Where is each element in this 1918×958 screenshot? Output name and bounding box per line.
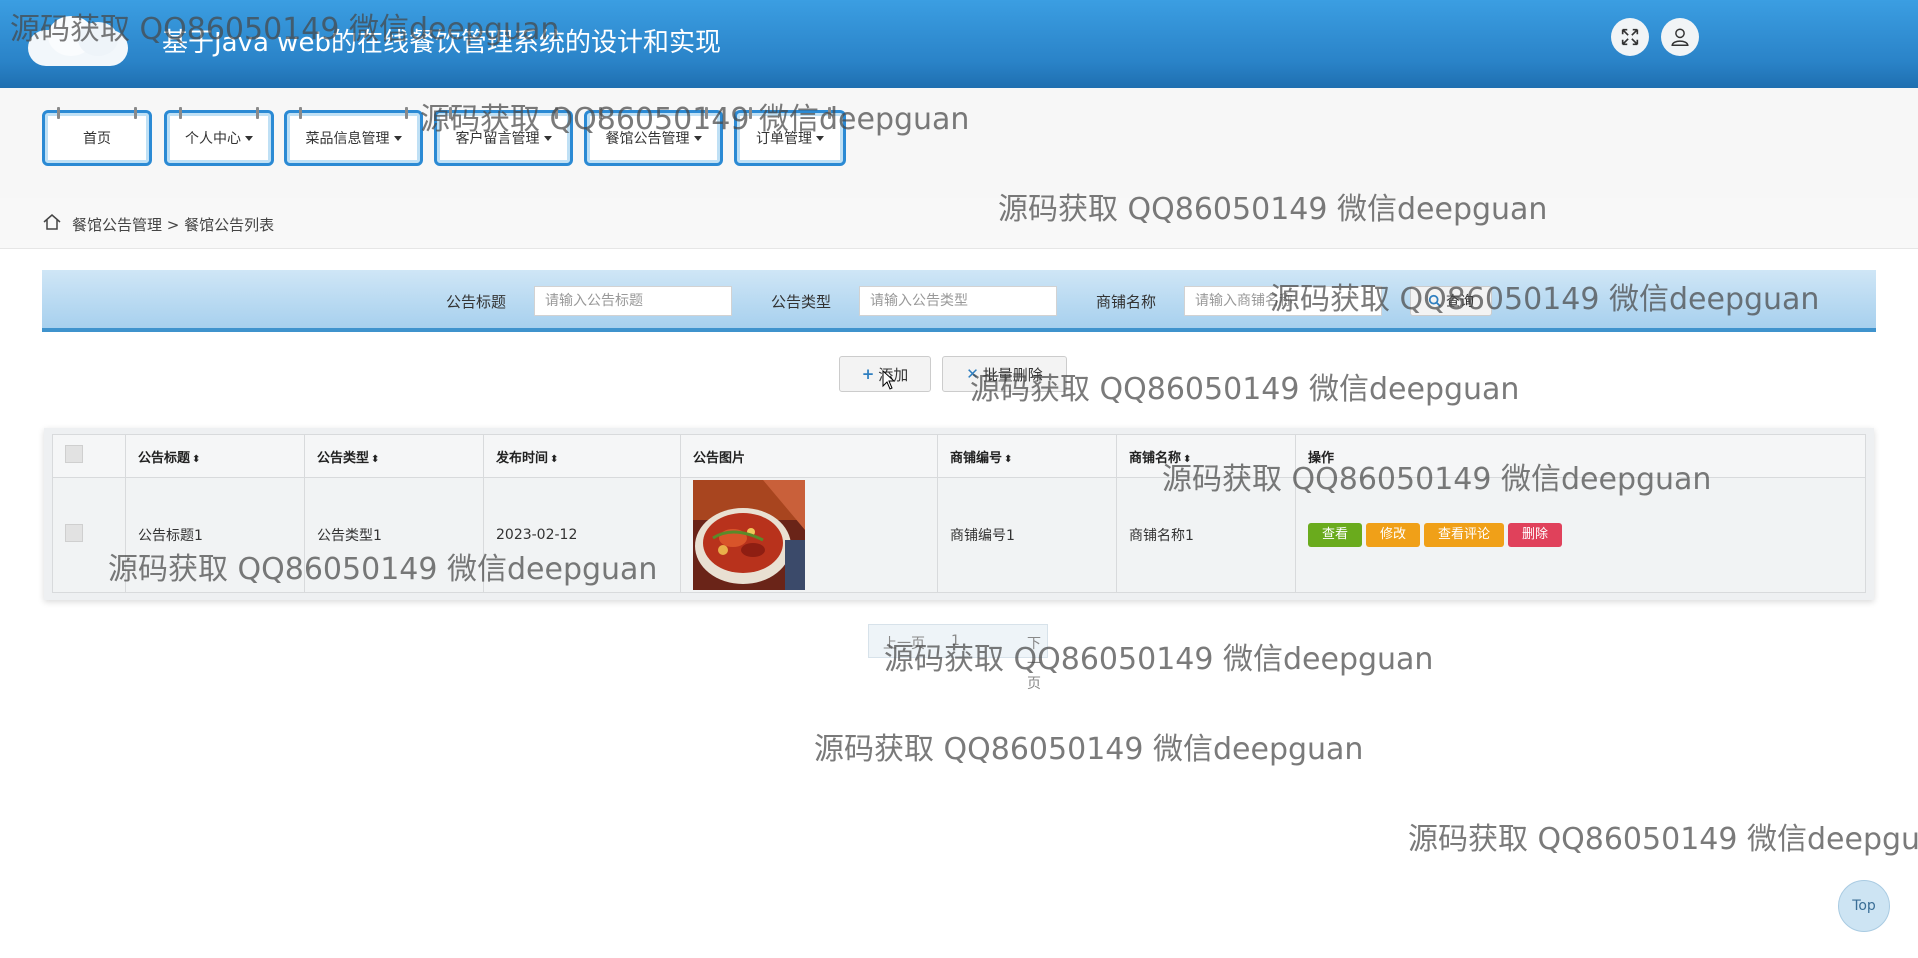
- cross-icon: ✕: [966, 365, 979, 383]
- col-notice-title[interactable]: 公告标题 ⬍: [125, 434, 305, 478]
- batch-delete-button[interactable]: ✕ 批量删除: [942, 356, 1067, 392]
- type-search-input[interactable]: [859, 286, 1057, 316]
- plus-icon: +: [861, 365, 875, 383]
- sort-icon: ⬍: [1004, 453, 1013, 465]
- batch-delete-label: 批量删除: [982, 365, 1043, 384]
- view-comments-button[interactable]: 查看评论: [1424, 523, 1505, 547]
- notice-table: 公告标题 ⬍ 公告类型 ⬍ 发布时间 ⬍ 公告图片 商铺编号 ⬍ 商铺名称 ⬍ 操作 公告…: [52, 434, 1866, 593]
- user-button[interactable]: [1661, 18, 1699, 56]
- prev-page-button[interactable]: 上一页: [883, 633, 925, 653]
- nav-label: 订单管理: [756, 131, 812, 147]
- fullscreen-button[interactable]: [1611, 18, 1649, 56]
- caret-down-icon: [693, 135, 702, 141]
- cell-image: [680, 477, 938, 593]
- row-select-cell: [52, 477, 126, 593]
- dish-image: [693, 480, 805, 590]
- logo-cloud: [18, 10, 138, 70]
- mouse-cursor-icon: [882, 370, 896, 390]
- type-label: 公告类型: [771, 293, 832, 311]
- cell-title: 公告标题1: [125, 477, 305, 593]
- nav-label: 首页: [83, 131, 111, 147]
- select-all-checkbox[interactable]: [65, 445, 83, 463]
- nav-label: 个人中心: [185, 131, 241, 147]
- app-title: 基于Java web的在线餐饮管理系统的设计和实现: [162, 28, 721, 58]
- select-all-cell: [52, 434, 126, 478]
- pagination: 上一页 1 下一页: [868, 624, 1048, 692]
- title-label: 公告标题: [446, 293, 507, 311]
- sort-icon: ⬍: [550, 453, 559, 465]
- cell-date: 2023-02-12: [483, 477, 681, 593]
- shop-search-input[interactable]: [1184, 286, 1382, 316]
- col-notice-image: 公告图片: [680, 434, 938, 478]
- nav-label: 餐馆公告管理: [605, 131, 690, 147]
- caret-down-icon: [816, 135, 824, 141]
- nav-home[interactable]: 首页: [42, 107, 152, 166]
- nav-message-management[interactable]: 客户留言管理: [434, 107, 573, 166]
- table-row: 公告标题1 公告类型1 2023-02-12 商铺编号1 商铺名称1 查看 修改…: [52, 477, 1866, 593]
- main-nav: 首页 个人中心 菜品信息管理 客户留言管理 餐馆公告管理 订单管理: [0, 88, 1918, 198]
- query-label: 查询: [1446, 294, 1474, 310]
- current-page[interactable]: 1: [951, 633, 960, 649]
- expand-icon: [1621, 28, 1639, 46]
- cell-shop-name: 商铺名称1: [1116, 477, 1296, 593]
- watermark: 源码获取 QQ86050149 微信deepguan: [814, 732, 1364, 767]
- title-search-input[interactable]: [534, 286, 732, 316]
- user-icon: [1671, 28, 1689, 46]
- delete-button[interactable]: 删除: [1508, 523, 1563, 547]
- nav-order-management[interactable]: 订单管理: [734, 107, 846, 166]
- col-publish-time[interactable]: 发布时间 ⬍: [483, 434, 681, 478]
- view-button[interactable]: 查看: [1308, 523, 1363, 547]
- search-icon: [1428, 294, 1441, 307]
- sort-icon: ⬍: [371, 453, 380, 465]
- edit-button[interactable]: 修改: [1366, 523, 1421, 547]
- sort-icon: ⬍: [1183, 453, 1192, 465]
- shop-label: 商铺名称: [1096, 293, 1157, 311]
- query-button[interactable]: 查询: [1410, 286, 1492, 316]
- watermark: 源码获取 QQ86050149 微信deepguan: [1408, 822, 1918, 857]
- cell-shop-no: 商铺编号1: [937, 477, 1117, 593]
- table-header-row: 公告标题 ⬍ 公告类型 ⬍ 发布时间 ⬍ 公告图片 商铺编号 ⬍ 商铺名称 ⬍ 操作: [52, 434, 1866, 478]
- col-shop-name[interactable]: 商铺名称 ⬍: [1116, 434, 1296, 478]
- nav-label: 客户留言管理: [455, 131, 540, 147]
- caret-down-icon: [393, 135, 402, 141]
- row-checkbox[interactable]: [65, 524, 83, 542]
- nav-notice-management[interactable]: 餐馆公告管理: [584, 107, 723, 166]
- cell-operations: 查看 修改 查看评论 删除: [1295, 477, 1866, 593]
- col-notice-type[interactable]: 公告类型 ⬍: [304, 434, 484, 478]
- col-shop-no[interactable]: 商铺编号 ⬍: [937, 434, 1117, 478]
- back-to-top-button[interactable]: Top: [1838, 880, 1890, 932]
- nav-personal-center[interactable]: 个人中心: [164, 107, 274, 166]
- nav-label: 菜品信息管理: [305, 131, 390, 147]
- next-page-button[interactable]: 下一页: [1027, 633, 1047, 693]
- caret-down-icon: [543, 135, 552, 141]
- home-icon[interactable]: [42, 212, 62, 232]
- header-bar: 基于Java web的在线餐饮管理系统的设计和实现: [0, 0, 1918, 88]
- nav-dish-management[interactable]: 菜品信息管理: [284, 107, 423, 166]
- breadcrumb-text: 餐馆公告管理 > 餐馆公告列表: [72, 216, 275, 234]
- breadcrumb: 餐馆公告管理 > 餐馆公告列表: [0, 198, 1918, 249]
- notice-table-panel: 公告标题 ⬍ 公告类型 ⬍ 发布时间 ⬍ 公告图片 商铺编号 ⬍ 商铺名称 ⬍ 操作 公告…: [44, 428, 1874, 600]
- sort-icon: ⬍: [192, 453, 201, 465]
- col-operations: 操作: [1295, 434, 1866, 478]
- caret-down-icon: [245, 135, 253, 141]
- cell-type: 公告类型1: [304, 477, 484, 593]
- search-bar: 公告标题 公告类型 商铺名称 查询: [42, 270, 1876, 332]
